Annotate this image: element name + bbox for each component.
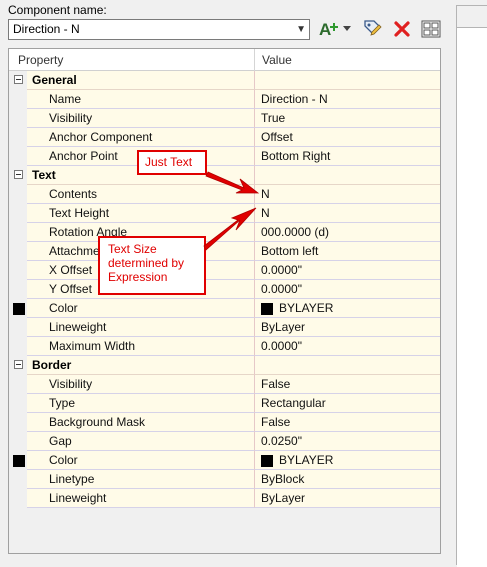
- category-text[interactable]: Text: [9, 166, 440, 185]
- column-header-property[interactable]: Property: [18, 53, 63, 67]
- property-row-border-visibility[interactable]: Visibility False: [9, 375, 440, 394]
- property-label: Gap: [49, 434, 72, 448]
- property-label: Y Offset: [49, 282, 92, 296]
- property-label: Color: [49, 453, 78, 467]
- property-row-contents[interactable]: Contents N: [9, 185, 440, 204]
- property-value[interactable]: BYLAYER: [279, 301, 333, 315]
- property-row-border-color[interactable]: Color BYLAYER: [9, 451, 440, 470]
- property-label: X Offset: [49, 263, 93, 277]
- property-value[interactable]: BYLAYER: [279, 453, 333, 467]
- property-label: Anchor Component: [49, 130, 153, 144]
- property-row-border-lineweight[interactable]: Lineweight ByLayer: [9, 489, 440, 508]
- category-title: Text: [32, 168, 56, 182]
- property-row-anchor-point[interactable]: Anchor Point Bottom Right: [9, 147, 440, 166]
- component-grid-icon[interactable]: [420, 17, 442, 41]
- property-row-text-height[interactable]: Text Height N: [9, 204, 440, 223]
- property-value[interactable]: Offset: [261, 130, 293, 144]
- component-name-select[interactable]: Direction - N ▼: [8, 19, 310, 40]
- property-value[interactable]: Direction - N: [261, 92, 328, 106]
- category-title: General: [32, 73, 77, 87]
- property-value[interactable]: False: [261, 415, 290, 429]
- property-value[interactable]: N: [261, 206, 270, 220]
- collapse-icon[interactable]: [14, 170, 23, 179]
- color-swatch-icon: [261, 303, 273, 315]
- column-divider[interactable]: [254, 49, 255, 71]
- column-header-value[interactable]: Value: [262, 53, 292, 67]
- property-row-gap[interactable]: Gap 0.0250": [9, 432, 440, 451]
- edit-tag-icon[interactable]: [361, 17, 383, 41]
- preview-panel: [456, 5, 487, 567]
- property-row-y-offset[interactable]: Y Offset 0.0000": [9, 280, 440, 299]
- collapse-icon[interactable]: [14, 75, 23, 84]
- property-row-text-lineweight[interactable]: Lineweight ByLayer: [9, 318, 440, 337]
- property-value[interactable]: Rectangular: [261, 396, 326, 410]
- category-general[interactable]: General: [9, 71, 440, 90]
- property-row-name[interactable]: Name Direction - N: [9, 90, 440, 109]
- property-label: Background Mask: [49, 415, 146, 429]
- property-value[interactable]: 0.0000": [261, 282, 302, 296]
- property-row-rotation-angle[interactable]: Rotation Angle 000.0000 (d): [9, 223, 440, 242]
- property-value[interactable]: ByBlock: [261, 472, 304, 486]
- preview-canvas: [457, 27, 487, 567]
- property-grid: Property Value General Name Direction - …: [8, 48, 441, 554]
- property-label: Lineweight: [49, 491, 107, 505]
- property-label: Visibility: [49, 111, 93, 125]
- property-row-maximum-width[interactable]: Maximum Width 0.0000": [9, 337, 440, 356]
- chevron-down-icon[interactable]: ▼: [296, 22, 306, 37]
- property-label: Visibility: [49, 377, 93, 391]
- property-value[interactable]: True: [261, 111, 285, 125]
- svg-text:A: A: [319, 20, 331, 39]
- property-value[interactable]: 000.0000 (d): [261, 225, 329, 239]
- add-component-icon[interactable]: A: [318, 17, 354, 41]
- property-label: Type: [49, 396, 76, 410]
- property-label: Lineweight: [49, 320, 107, 334]
- property-row-visibility[interactable]: Visibility True: [9, 109, 440, 128]
- property-value[interactable]: N: [261, 187, 270, 201]
- property-row-background-mask[interactable]: Background Mask False: [9, 413, 440, 432]
- property-row-border-type[interactable]: Type Rectangular: [9, 394, 440, 413]
- property-row-anchor-component[interactable]: Anchor Component Offset: [9, 128, 440, 147]
- property-label: Anchor Point: [49, 149, 118, 163]
- property-label: Name: [49, 92, 82, 106]
- property-row-text-color[interactable]: Color BYLAYER: [9, 299, 440, 318]
- delete-x-icon[interactable]: [391, 17, 413, 41]
- property-label: Text Height: [49, 206, 110, 220]
- property-value[interactable]: ByLayer: [261, 320, 305, 334]
- property-row-attachment[interactable]: Attachment Bottom left: [9, 242, 440, 261]
- category-title: Border: [32, 358, 72, 372]
- callout-just-text: Just Text: [137, 150, 207, 175]
- component-name-label: Component name:: [8, 3, 107, 17]
- color-swatch-icon: [13, 303, 25, 315]
- property-value[interactable]: ByLayer: [261, 491, 305, 505]
- property-row-linetype[interactable]: Linetype ByBlock: [9, 470, 440, 489]
- property-value[interactable]: False: [261, 377, 290, 391]
- property-label: Color: [49, 301, 78, 315]
- property-value[interactable]: 0.0000": [261, 263, 302, 277]
- property-label: Linetype: [49, 472, 95, 486]
- property-value[interactable]: Bottom Right: [261, 149, 330, 163]
- category-border[interactable]: Border: [9, 356, 440, 375]
- component-name-value: Direction - N: [13, 22, 80, 36]
- property-grid-header: Property Value: [9, 49, 440, 71]
- property-label: Contents: [49, 187, 98, 201]
- property-row-x-offset[interactable]: X Offset 0.0000": [9, 261, 440, 280]
- collapse-icon[interactable]: [14, 360, 23, 369]
- property-value[interactable]: 0.0000": [261, 339, 302, 353]
- property-value[interactable]: Bottom left: [261, 244, 318, 258]
- color-swatch-icon: [13, 455, 25, 467]
- property-value[interactable]: 0.0250": [261, 434, 302, 448]
- property-label: Maximum Width: [49, 339, 136, 353]
- color-swatch-icon: [261, 455, 273, 467]
- callout-text-size: Text Size determined by Expression: [98, 236, 206, 295]
